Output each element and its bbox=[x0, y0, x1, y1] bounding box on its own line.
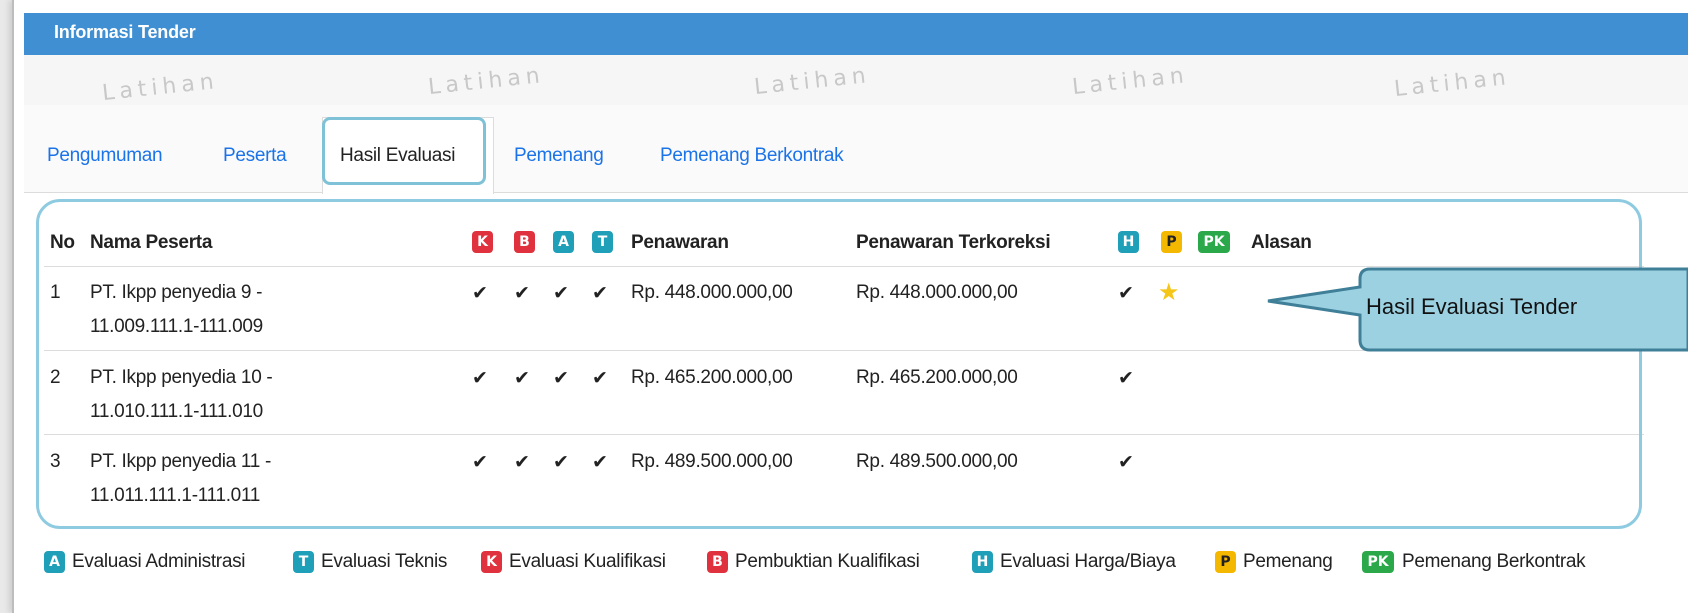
callout-label: Hasil Evaluasi Tender bbox=[1366, 294, 1578, 319]
